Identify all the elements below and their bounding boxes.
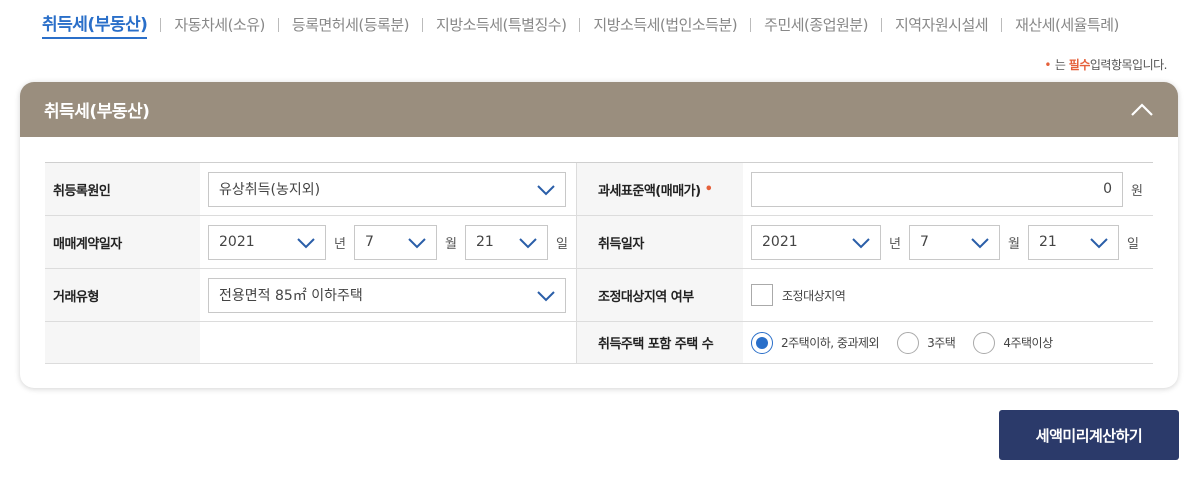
tab-regional-resource-tax[interactable]: 지역자원시설세	[895, 14, 989, 35]
month-unit: 월	[444, 236, 457, 252]
contract-day-value: 21	[475, 234, 494, 250]
tab-divider	[750, 17, 752, 32]
contract-date-label: 매매계약일자	[45, 216, 200, 268]
won-unit: 원	[1131, 183, 1143, 199]
radio-four-plus-label[interactable]: 4주택이상	[1003, 334, 1053, 351]
acquisition-tax-panel: 취득세(부동산) 취등록원인 유상취득(농지외) 과세표준액(매매가) • 0 원	[20, 82, 1178, 388]
required-note-strong: 필수	[1068, 58, 1091, 72]
required-note-prefix: 는	[1054, 58, 1066, 72]
panel-header[interactable]: 취득세(부동산)	[20, 82, 1178, 137]
chevron-down-icon	[537, 290, 555, 301]
form-row: 취득주택 포함 주택 수 2주택이하, 중과제외 3주택 4주택이상	[45, 322, 1153, 364]
acq-cause-value: 유상취득(농지외)	[219, 182, 321, 198]
chevron-down-icon	[519, 237, 537, 248]
required-note-suffix: 입력항목입니다.	[1089, 58, 1168, 72]
collapse-chevron-icon[interactable]	[1130, 98, 1154, 122]
day-unit: 일	[1126, 236, 1139, 252]
deal-type-label: 거래유형	[45, 269, 200, 321]
house-count-label: 취득주택 포함 주택 수	[576, 322, 743, 363]
tab-vehicle-tax[interactable]: 자동차세(소유)	[174, 14, 265, 35]
tax-type-tabs: 취득세(부동산) 자동차세(소유) 등록면허세(등록분) 지방소득세(특별징수)…	[42, 10, 1119, 39]
contract-year-select[interactable]: 2021	[208, 224, 326, 260]
contract-month-select[interactable]: 7	[353, 224, 437, 260]
acq-year-select[interactable]: 2021	[751, 224, 881, 260]
radio-three[interactable]	[897, 331, 920, 354]
chevron-down-icon	[297, 237, 315, 248]
radio-four-plus[interactable]	[973, 331, 996, 354]
tax-form: 취등록원인 유상취득(농지외) 과세표준액(매매가) • 0 원 매매계약일자 2…	[45, 162, 1153, 364]
contract-year-value: 2021	[219, 234, 255, 250]
acq-cause-cell: 유상취득(농지외)	[200, 163, 576, 215]
calculate-tax-button[interactable]: 세액미리계산하기	[999, 410, 1179, 460]
tab-divider	[579, 17, 581, 32]
form-row: 취등록원인 유상취득(농지외) 과세표준액(매매가) • 0 원	[45, 163, 1153, 216]
form-row: 매매계약일자 2021 년 7 월 21 일 취득일자 2021 년 7 월 2…	[45, 216, 1153, 269]
tab-divider	[880, 17, 882, 32]
acq-day-select[interactable]: 21	[1027, 224, 1119, 260]
radio-three-label[interactable]: 3주택	[927, 334, 956, 351]
contract-day-select[interactable]: 21	[464, 224, 548, 260]
month-unit: 월	[1007, 236, 1020, 252]
radio-two-or-less-label[interactable]: 2주택이하, 중과제외	[781, 334, 880, 351]
chevron-down-icon	[537, 184, 555, 195]
tab-divider	[160, 17, 162, 32]
tax-base-label: 과세표준액(매매가) •	[576, 163, 743, 215]
tab-divider	[277, 17, 279, 32]
tab-registration-tax[interactable]: 등록면허세(등록분)	[292, 14, 410, 35]
chevron-down-icon	[408, 237, 426, 248]
acq-day-value: 21	[1038, 234, 1057, 250]
tab-local-income-corporate[interactable]: 지방소득세(법인소득분)	[593, 14, 737, 35]
deal-type-select[interactable]: 전용면적 85㎡ 이하주택	[208, 277, 566, 313]
year-unit: 년	[889, 236, 901, 252]
day-unit: 일	[555, 236, 568, 252]
required-field-note: • 는 필수입력항목입니다.	[1044, 56, 1167, 73]
year-unit: 년	[334, 236, 346, 252]
tab-property-tax[interactable]: 재산세(세율특례)	[1015, 14, 1119, 35]
chevron-down-icon	[971, 237, 989, 248]
acq-date-label: 취득일자	[576, 216, 743, 268]
tax-base-label-text: 과세표준액(매매가)	[598, 183, 701, 199]
tab-divider	[1001, 17, 1003, 32]
chevron-down-icon	[1090, 237, 1108, 248]
empty-cell	[200, 322, 576, 363]
tab-acquisition-tax[interactable]: 취득세(부동산)	[42, 10, 148, 39]
acq-cause-label: 취등록원인	[45, 163, 200, 215]
tax-base-cell: 0 원	[743, 163, 1153, 215]
tab-resident-tax[interactable]: 주민세(종업원분)	[764, 14, 868, 35]
contract-date-cell: 2021 년 7 월 21 일	[200, 216, 576, 268]
required-mark: •	[704, 181, 713, 197]
chevron-down-icon	[852, 237, 870, 248]
deal-type-cell: 전용면적 85㎡ 이하주택	[200, 269, 576, 321]
acq-year-value: 2021	[762, 234, 798, 250]
required-dot: •	[1044, 58, 1051, 72]
form-row: 거래유형 전용면적 85㎡ 이하주택 조정대상지역 여부 조정대상지역	[45, 269, 1153, 322]
adjust-area-label: 조정대상지역 여부	[576, 269, 743, 321]
adjust-area-checkbox-label[interactable]: 조정대상지역	[782, 287, 846, 304]
adjust-area-checkbox[interactable]	[751, 284, 773, 306]
acq-cause-select[interactable]: 유상취득(농지외)	[208, 171, 566, 207]
acq-date-cell: 2021 년 7 월 21 일	[743, 216, 1153, 268]
adjust-area-cell: 조정대상지역	[743, 269, 1153, 321]
acq-month-value: 7	[919, 234, 929, 250]
tab-local-income-withholding[interactable]: 지방소득세(특별징수)	[436, 14, 567, 35]
house-count-cell: 2주택이하, 중과제외 3주택 4주택이상	[743, 322, 1153, 363]
panel-title: 취득세(부동산)	[44, 102, 150, 122]
deal-type-value: 전용면적 85㎡ 이하주택	[219, 288, 363, 304]
radio-two-or-less[interactable]	[751, 331, 773, 354]
tab-divider	[422, 17, 424, 32]
empty-label-cell	[45, 322, 200, 363]
tax-base-input[interactable]: 0	[751, 171, 1123, 207]
acq-month-select[interactable]: 7	[908, 224, 1000, 260]
contract-month-value: 7	[364, 234, 374, 250]
